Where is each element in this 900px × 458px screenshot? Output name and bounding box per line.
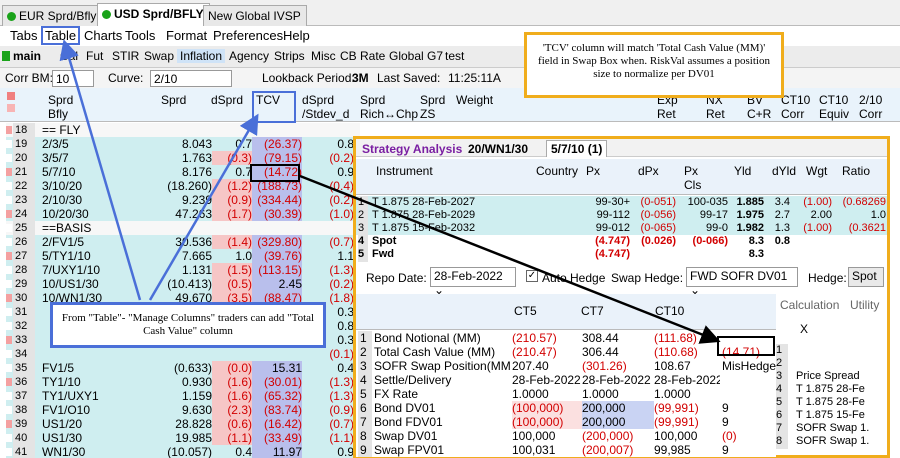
annotation-arrows	[59, 39, 775, 356]
total-cash-highlight-box	[717, 336, 775, 356]
arrow-to-table-menu	[59, 39, 142, 301]
arrow-to-tcv-column	[148, 113, 259, 301]
tcv-highlight-box	[250, 164, 300, 182]
arrow-to-total-cash	[299, 174, 721, 344]
